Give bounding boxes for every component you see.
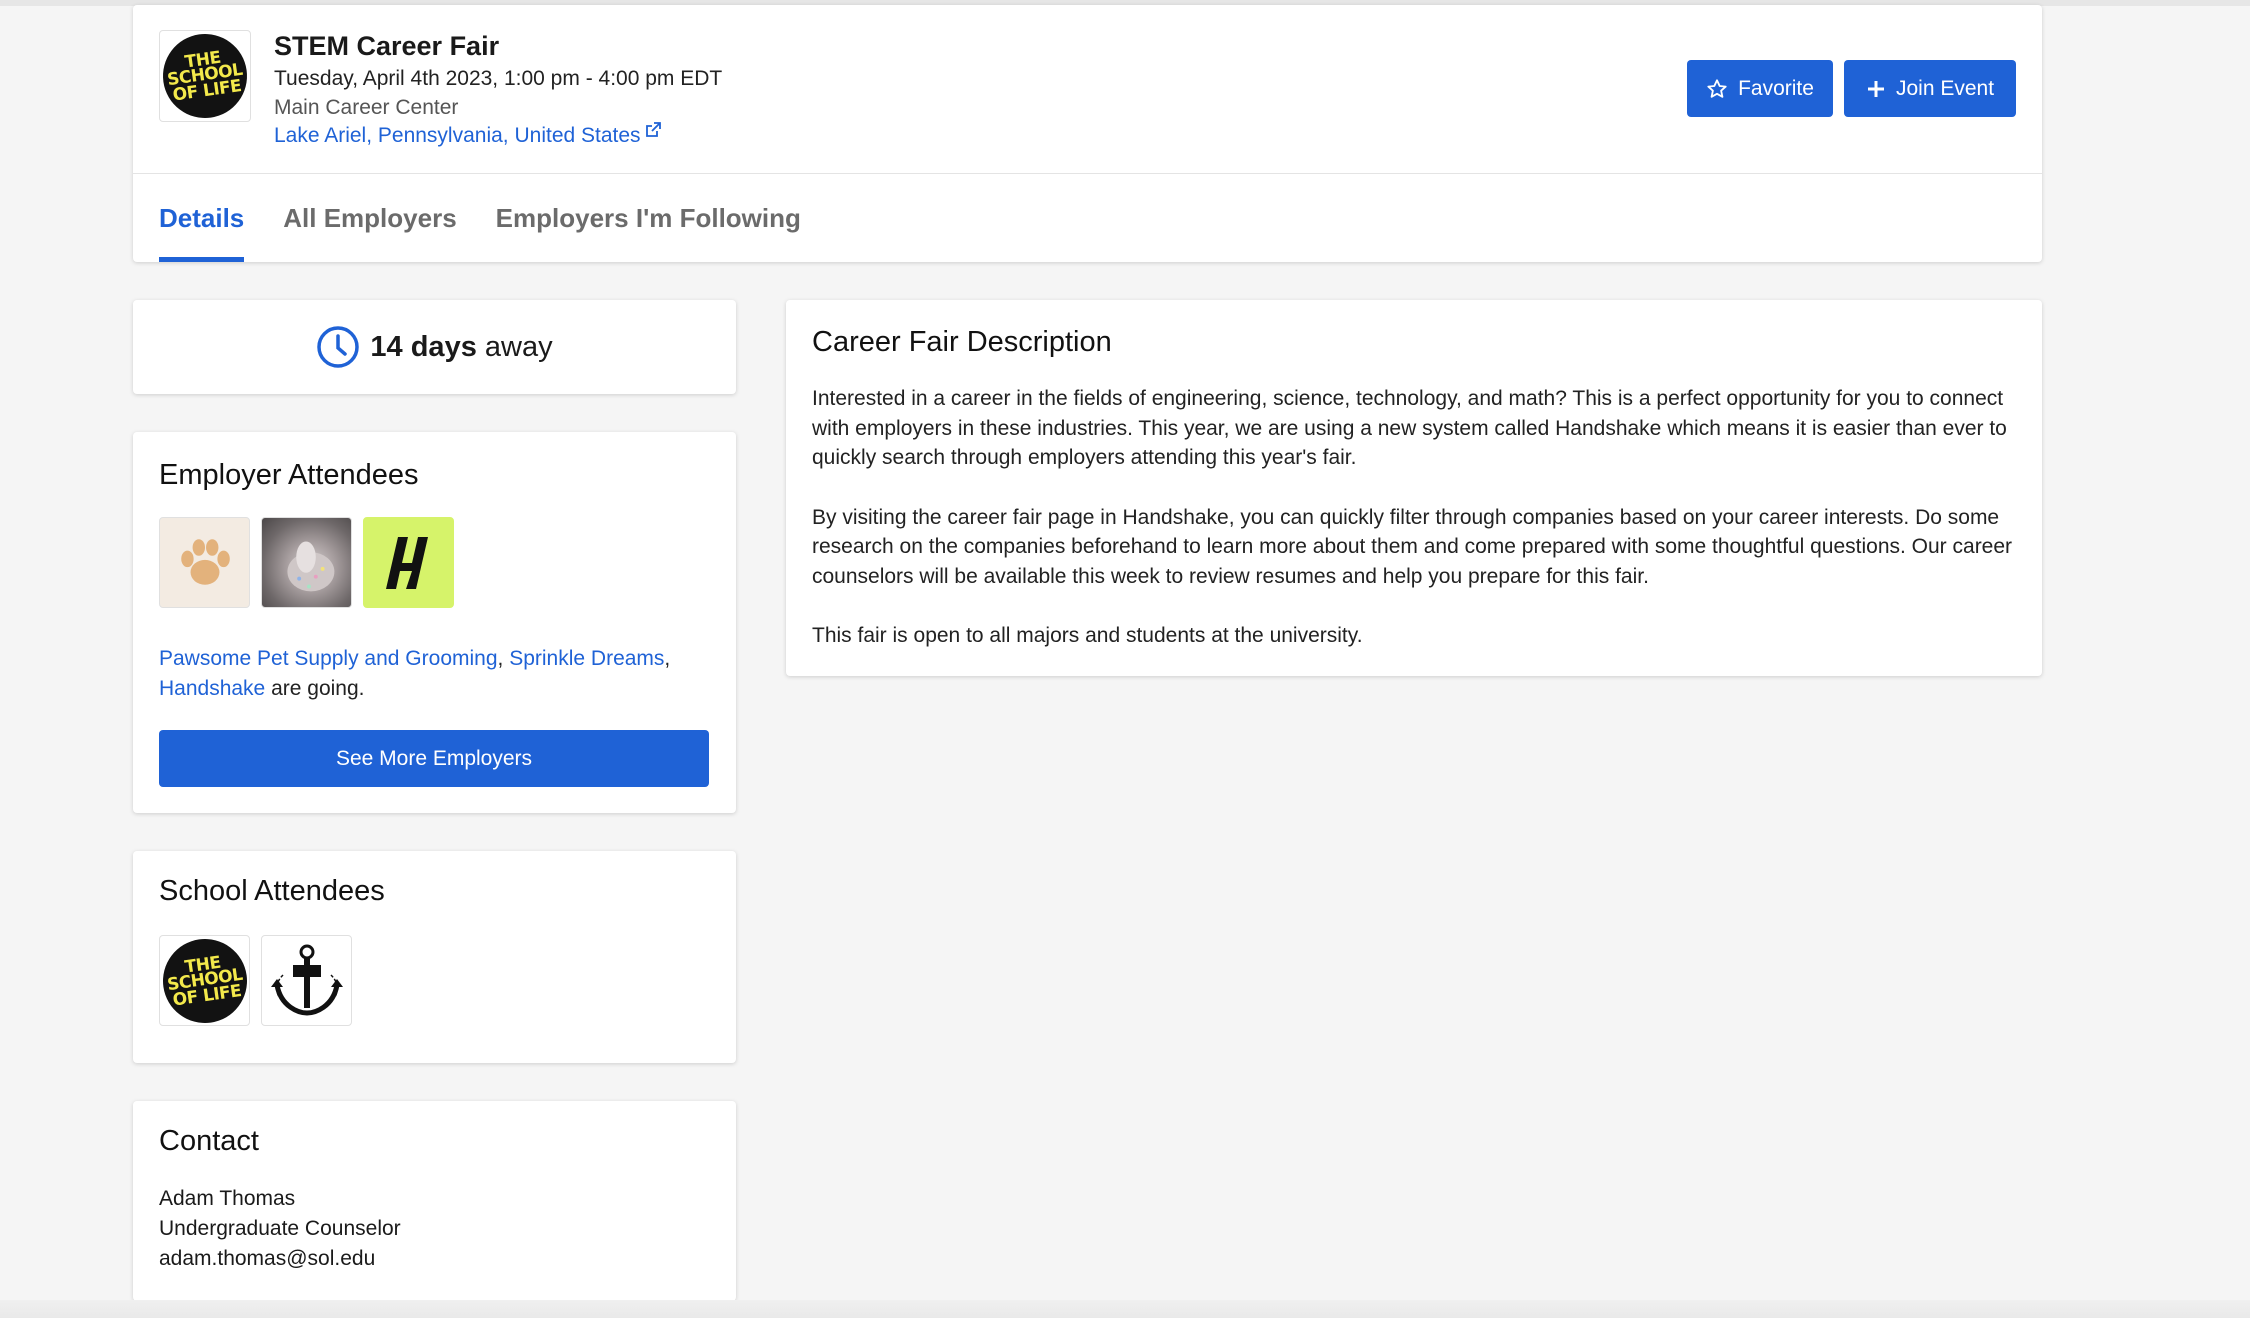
favorite-label: Favorite (1738, 76, 1814, 100)
employer-logo-sprinkle-dreams[interactable] (261, 517, 352, 608)
school-logo: THE SCHOOL OF LIFE (157, 28, 253, 124)
contact-card: Contact Adam Thomas Undergraduate Counse… (133, 1101, 736, 1301)
school-logo-school-of-life[interactable]: THE SCHOOL OF LIFE (159, 935, 250, 1026)
event-tabs: Details All Employers Employers I'm Foll… (159, 174, 801, 262)
see-more-employers-button[interactable]: See More Employers (159, 730, 709, 787)
employer-logo-handshake[interactable] (363, 517, 454, 608)
handshake-h-icon (385, 536, 428, 589)
description-paragraph: Interested in a career in the fields of … (812, 387, 2007, 469)
school-attendees-heading: School Attendees (159, 875, 385, 907)
anchor-icon (270, 944, 343, 1016)
employer-attendees-heading: Employer Attendees (159, 459, 419, 491)
countdown-text: 14 days away (370, 331, 552, 364)
sprinkle-photo-icon (287, 541, 335, 592)
tab-employers-following[interactable]: Employers I'm Following (496, 174, 801, 262)
external-link-icon (645, 122, 661, 137)
description-body: Interested in a career in the fields of … (812, 384, 2027, 681)
employer-link-pawsome[interactable]: Pawsome Pet Supply and Grooming (159, 647, 498, 670)
star-icon (1707, 78, 1727, 98)
event-venue: Main Career Center (274, 96, 459, 119)
countdown-card: 14 days away (133, 300, 736, 394)
bottom-shade (0, 1300, 2250, 1318)
tab-all-employers[interactable]: All Employers (283, 174, 456, 262)
plus-icon (1867, 80, 1884, 97)
employers-going-suffix: are going. (271, 677, 365, 700)
employer-link-handshake[interactable]: Handshake (159, 677, 265, 700)
employer-attendees-card: Employer Attendees Pawsome Pet Supply an… (133, 432, 736, 813)
join-event-button[interactable]: Join Event (1844, 60, 2016, 117)
favorite-button[interactable]: Favorite (1687, 60, 1833, 117)
description-card: Career Fair Description Interested in a … (786, 300, 2042, 676)
countdown-suffix: away (484, 330, 553, 363)
school-of-life-logo: THE SCHOOL OF LIFE (157, 28, 253, 124)
event-title: STEM Career Fair (274, 31, 500, 61)
event-header-top: THE SCHOOL OF LIFE STEM Career Fair Tues… (133, 5, 2042, 174)
event-location-text[interactable]: Lake Ariel, Pennsylvania, United States (274, 124, 641, 148)
tab-details[interactable]: Details (159, 174, 245, 262)
clock-icon (317, 326, 360, 368)
employer-link-sprinkle-dreams[interactable]: Sprinkle Dreams (509, 647, 664, 670)
school-attendees-card: School Attendees THE SCHOOL OF LIFE (133, 851, 736, 1063)
employers-going-text: Pawsome Pet Supply and Grooming, Sprinkl… (159, 647, 671, 700)
employer-logo-pawsome[interactable] (159, 517, 250, 608)
school-logo-anchor[interactable] (261, 935, 352, 1026)
event-location-link[interactable]: Lake Ariel, Pennsylvania, United States (274, 122, 661, 148)
contact-role: Undergraduate Counselor (159, 1217, 401, 1240)
contact-email[interactable]: adam.thomas@sol.edu (159, 1247, 375, 1271)
school-of-life-logo-small: THE SCHOOL OF LIFE (160, 936, 249, 1025)
event-date: Tuesday, April 4th 2023, 1:00 pm - 4:00 … (274, 67, 723, 90)
join-event-label: Join Event (1895, 76, 1995, 100)
contact-heading: Contact (159, 1125, 259, 1157)
contact-name: Adam Thomas (159, 1187, 296, 1210)
description-paragraph: By visiting the career fair page in Hand… (812, 505, 2013, 588)
description-paragraph: This fair is open to all majors and stud… (812, 624, 1363, 647)
paw-icon (180, 538, 230, 585)
countdown-number: 14 days (370, 330, 477, 363)
description-heading: Career Fair Description (812, 326, 1112, 358)
event-header-card: THE SCHOOL OF LIFE STEM Career Fair Tues… (133, 5, 2042, 262)
